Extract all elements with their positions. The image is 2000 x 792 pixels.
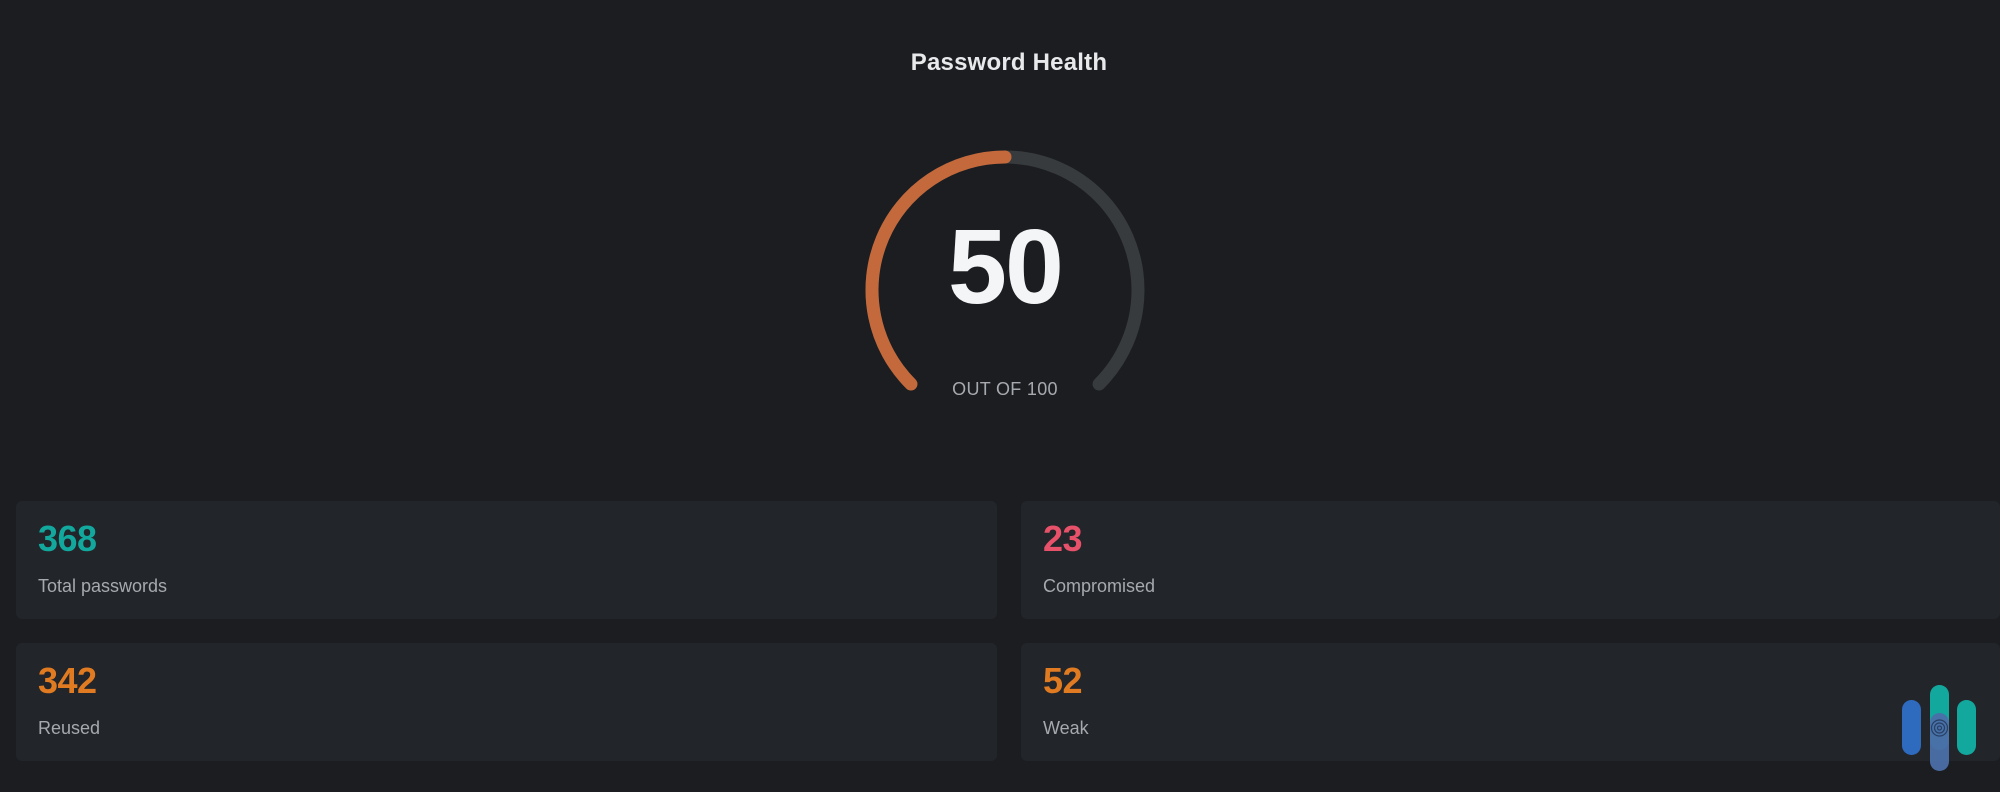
compromised-value: 23	[1043, 518, 1083, 559]
score-out-of-label: OUT OF 100	[952, 379, 1058, 399]
brand-bars-logo-icon	[1900, 683, 1980, 773]
reused-label: Reused	[38, 718, 101, 738]
total-passwords-label: Total passwords	[38, 576, 168, 596]
reused-value: 342	[38, 660, 97, 701]
password-health-panel: Password Health 50 OUT OF 100 368 Total …	[0, 0, 2000, 792]
weak-label: Weak	[1043, 718, 1089, 738]
stat-card-compromised[interactable]: 23 Compromised	[1021, 501, 2000, 619]
compromised-label: Compromised	[1043, 576, 1156, 596]
stat-card-total-passwords[interactable]: 368 Total passwords	[16, 501, 997, 619]
page-title: Password Health	[910, 49, 1108, 76]
total-passwords-value: 368	[38, 518, 97, 559]
weak-value: 52	[1043, 660, 1083, 701]
stat-card-weak[interactable]: 52 Weak	[1021, 643, 2000, 761]
health-score-gauge: 50 OUT OF 100	[865, 150, 1145, 400]
score-value: 50	[948, 208, 1064, 326]
stat-card-reused[interactable]: 342 Reused	[16, 643, 997, 761]
